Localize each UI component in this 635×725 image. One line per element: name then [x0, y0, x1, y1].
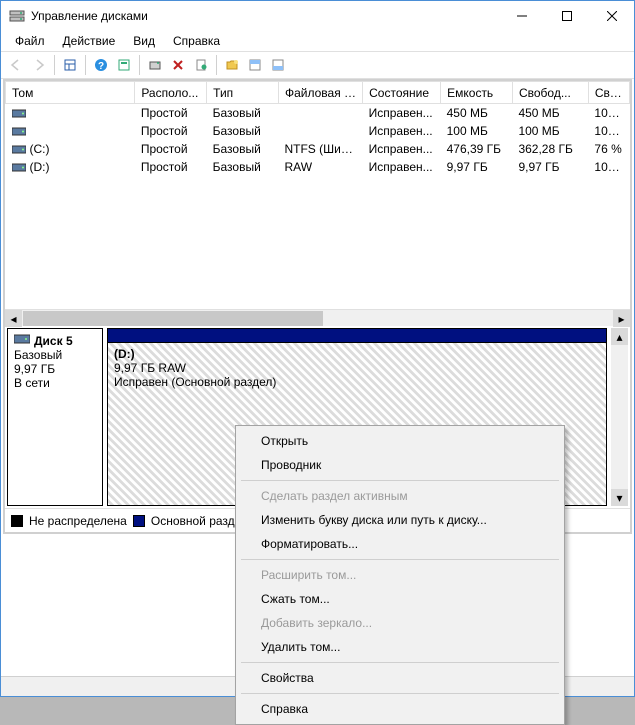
refresh-button[interactable]: [144, 54, 166, 76]
scroll-up-icon[interactable]: ▴: [611, 328, 628, 345]
menu-action[interactable]: Действие: [55, 32, 124, 50]
cm-mirror[interactable]: Добавить зеркало...: [239, 611, 561, 635]
cm-format[interactable]: Форматировать...: [239, 532, 561, 556]
legend-swatch-primary: [133, 515, 145, 527]
drive-icon: [12, 162, 26, 173]
partition-status: Исправен (Основной раздел): [114, 375, 600, 389]
disk-info-panel[interactable]: Диск 5 Базовый 9,97 ГБ В сети: [7, 328, 103, 506]
help-button[interactable]: ?: [90, 54, 112, 76]
cm-explorer[interactable]: Проводник: [239, 453, 561, 477]
col-type[interactable]: Тип: [207, 82, 279, 104]
list-top-button[interactable]: [244, 54, 266, 76]
scroll-right-icon[interactable]: ▸: [613, 310, 630, 327]
menu-help[interactable]: Справка: [165, 32, 228, 50]
col-layout[interactable]: Располо...: [135, 82, 207, 104]
disk-size: 9,97 ГБ: [14, 362, 96, 376]
separator: [241, 559, 559, 560]
table-row[interactable]: ПростойБазовыйИсправен...450 МБ450 МБ100…: [6, 104, 630, 123]
menubar: Файл Действие Вид Справка: [1, 31, 634, 51]
scroll-track[interactable]: [22, 310, 613, 326]
separator: [85, 55, 86, 75]
scroll-left-icon[interactable]: ◂: [5, 310, 22, 327]
scroll-thumb[interactable]: [23, 311, 323, 326]
separator: [54, 55, 55, 75]
drive-icon: [12, 144, 26, 155]
properties-button[interactable]: [190, 54, 212, 76]
separator: [139, 55, 140, 75]
col-capacity[interactable]: Емкость: [441, 82, 513, 104]
separator: [241, 693, 559, 694]
table-row[interactable]: ПростойБазовыйИсправен...100 МБ100 МБ100…: [6, 122, 630, 140]
cm-change-letter[interactable]: Изменить букву диска или путь к диску...: [239, 508, 561, 532]
col-free[interactable]: Свобод...: [512, 82, 588, 104]
app-icon: [9, 8, 25, 24]
cm-open[interactable]: Открыть: [239, 429, 561, 453]
new-folder-button[interactable]: [221, 54, 243, 76]
legend-primary: Основной разде: [151, 514, 241, 528]
horizontal-scrollbar[interactable]: ◂ ▸: [5, 309, 630, 326]
disk-icon: [14, 333, 30, 348]
col-freepct[interactable]: Своб: [588, 82, 629, 104]
separator: [241, 480, 559, 481]
drive-icon: [12, 108, 26, 119]
window-controls: [499, 1, 634, 31]
col-fs[interactable]: Файловая с...: [278, 82, 362, 104]
legend-swatch-unallocated: [11, 515, 23, 527]
cm-delete[interactable]: Удалить том...: [239, 635, 561, 659]
menu-file[interactable]: Файл: [7, 32, 53, 50]
partition-label: (D:): [114, 347, 600, 361]
volume-table[interactable]: Том Располо... Тип Файловая с... Состоян…: [5, 81, 630, 309]
settings-button[interactable]: [113, 54, 135, 76]
back-button[interactable]: [5, 54, 27, 76]
separator: [216, 55, 217, 75]
disk-state: В сети: [14, 376, 96, 390]
col-volume[interactable]: Том: [6, 82, 135, 104]
table-row[interactable]: (C:)ПростойБазовыйNTFS (Шиф...Исправен..…: [6, 140, 630, 158]
partition-info: 9,97 ГБ RAW: [114, 361, 600, 375]
scroll-down-icon[interactable]: ▾: [611, 489, 628, 506]
toolbar: ?: [1, 51, 634, 79]
list-bottom-button[interactable]: [267, 54, 289, 76]
window-title: Управление дисками: [31, 9, 499, 23]
forward-button[interactable]: [28, 54, 50, 76]
close-button[interactable]: [589, 1, 634, 31]
svg-text:?: ?: [98, 61, 104, 72]
table-row[interactable]: (D:)ПростойБазовыйRAWИсправен...9,97 ГБ9…: [6, 158, 630, 176]
disk-management-window: Управление дисками Файл Действие Вид Спр…: [0, 0, 635, 697]
cm-properties[interactable]: Свойства: [239, 666, 561, 690]
delete-button[interactable]: [167, 54, 189, 76]
legend-unallocated: Не распределена: [29, 514, 127, 528]
disk-type: Базовый: [14, 348, 96, 362]
cm-extend[interactable]: Расширить том...: [239, 563, 561, 587]
titlebar[interactable]: Управление дисками: [1, 1, 634, 31]
menu-view[interactable]: Вид: [125, 32, 163, 50]
vertical-scrollbar[interactable]: ▴ ▾: [611, 328, 628, 506]
col-status[interactable]: Состояние: [363, 82, 441, 104]
maximize-button[interactable]: [544, 1, 589, 31]
cm-shrink[interactable]: Сжать том...: [239, 587, 561, 611]
minimize-button[interactable]: [499, 1, 544, 31]
cm-help[interactable]: Справка: [239, 697, 561, 721]
drive-icon: [12, 126, 26, 137]
scroll-track[interactable]: [611, 345, 628, 489]
context-menu: Открыть Проводник Сделать раздел активны…: [235, 425, 565, 725]
view-button[interactable]: [59, 54, 81, 76]
table-header-row: Том Располо... Тип Файловая с... Состоян…: [6, 82, 630, 104]
partition-header-bar: [107, 328, 607, 342]
disk-name: Диск 5: [34, 334, 73, 348]
separator: [241, 662, 559, 663]
cm-make-active[interactable]: Сделать раздел активным: [239, 484, 561, 508]
